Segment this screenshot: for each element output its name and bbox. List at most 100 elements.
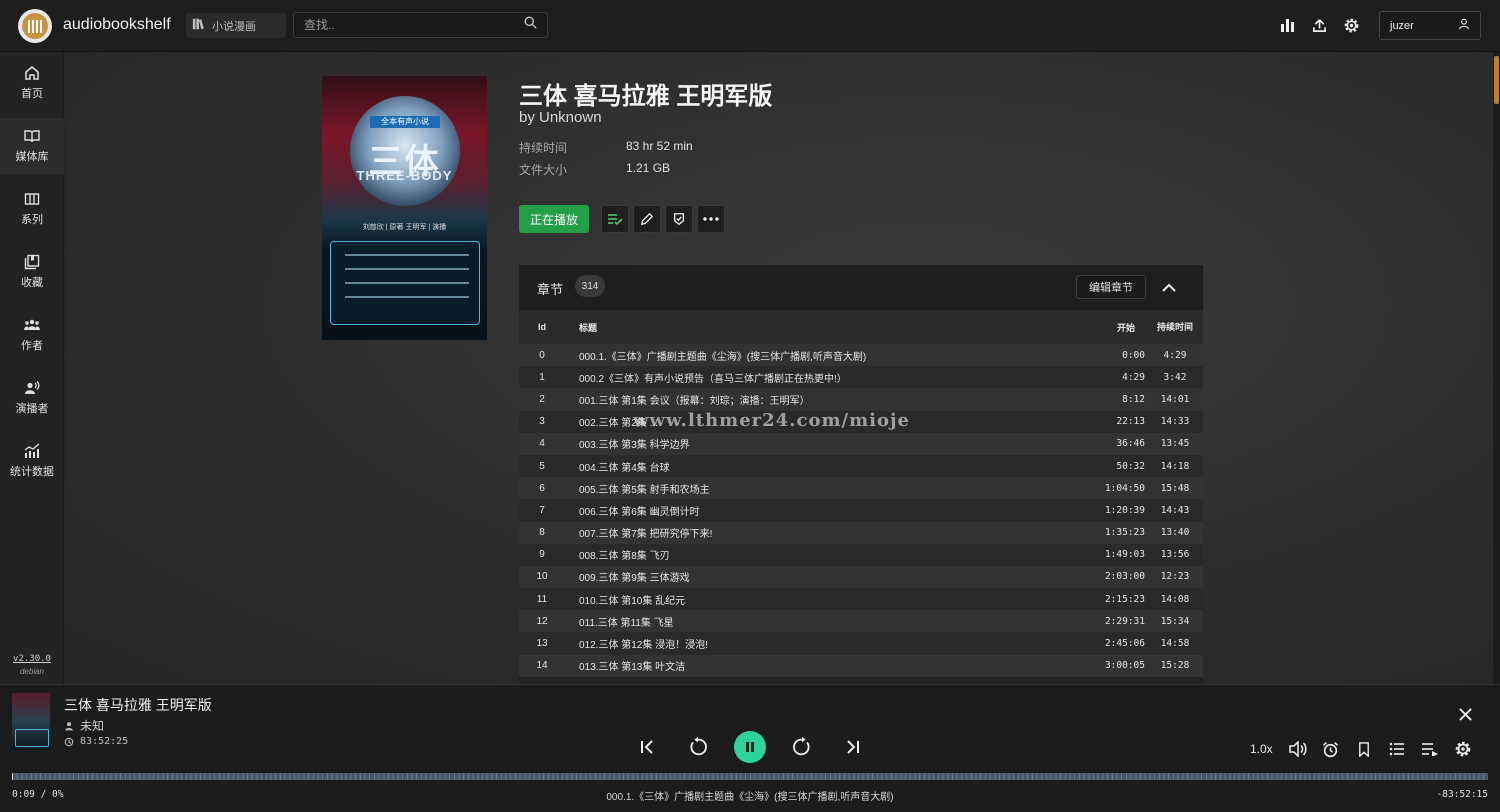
collection-icon (24, 254, 40, 270)
chapter-id: 7 (539, 504, 545, 516)
settings-icon[interactable] (1342, 16, 1360, 34)
table-row[interactable]: 9 008.三体 第8集 飞刃 1:49:03 13:56 (519, 543, 1203, 566)
sidebar-item-stats[interactable]: 统计数据 (0, 433, 64, 489)
size-label: 文件大小 (519, 163, 568, 177)
chapter-start[interactable]: 36:46 (1061, 433, 1147, 455)
sidebar-item-label: 首页 (21, 88, 43, 100)
table-row[interactable]: 3 002.三体 第2集 ... 22:13 14:33 (519, 410, 1203, 433)
book-cover[interactable]: 全本有声小说 三体 THREE-BODY 刘慈欣 | 原著 王明军 | 演播 (322, 76, 487, 340)
narrator-icon (25, 381, 40, 394)
chapter-start[interactable]: 3:00:05 (1061, 655, 1147, 677)
alarm-clock-icon (1323, 741, 1339, 757)
chapters-count-badge: 314 (575, 275, 605, 297)
upload-icon[interactable] (1310, 16, 1328, 34)
chapter-title: 004.三体 第4集 台球 (579, 462, 670, 474)
page-scrollbar[interactable] (1493, 52, 1500, 684)
search-icon[interactable] (524, 16, 537, 34)
sidebar-item-library[interactable]: 媒体库 (0, 118, 64, 174)
user-menu[interactable]: juzer (1379, 11, 1481, 40)
chapter-start[interactable]: 4:29 (1061, 366, 1147, 388)
table-row[interactable]: 12 011.三体 第11集 飞星 2:29:31 15:34 (519, 610, 1203, 633)
search-input[interactable] (304, 18, 504, 32)
page-scrollbar-thumb[interactable] (1494, 56, 1499, 104)
chapter-title: 003.三体 第3集 科学边界 (579, 440, 690, 452)
chapter-duration: 3:42 (1163, 371, 1187, 383)
table-row[interactable]: 8 007.三体 第7集 把研究停下来! 1:35:23 13:40 (519, 521, 1203, 544)
sidebar-item-authors[interactable]: 作者 (0, 307, 64, 363)
chapter-start[interactable]: 2:29:31 (1061, 610, 1147, 632)
volume-button[interactable] (1288, 739, 1308, 759)
chapters-header[interactable]: 章节 314 编辑章节 (519, 265, 1203, 310)
more-button[interactable] (697, 205, 725, 233)
play-pause-button[interactable] (734, 731, 766, 763)
chapter-start[interactable]: 2:45:06 (1061, 632, 1147, 654)
chapter-start[interactable]: 22:13 (1061, 411, 1147, 433)
search-box[interactable] (293, 12, 548, 38)
table-row[interactable]: 0 000.1.《三体》广播剧主题曲《尘海》(搜三体广播剧,听声音大剧) 0:00 4… (519, 344, 1203, 367)
cover-credits: 刘慈欣 | 原著 王明军 | 演播 (362, 224, 447, 231)
chapters-list-button[interactable] (1387, 739, 1407, 759)
version-link[interactable]: v2.30.0 (0, 654, 64, 664)
skip-next-icon (847, 740, 859, 754)
chapter-duration: 13:56 (1160, 549, 1190, 561)
playback-rate-button[interactable]: 1.0x (1250, 742, 1273, 756)
bookmark-button[interactable] (1354, 739, 1374, 759)
columns-icon (24, 193, 40, 205)
chapter-duration: 14:01 (1160, 393, 1190, 405)
sleep-timer-button[interactable] (1321, 739, 1341, 759)
table-row[interactable]: 1 000.2《三体》有声小说预告（喜马三体广播剧正在热更中!） 4:29 3:42 (519, 366, 1203, 389)
next-chapter-button[interactable] (838, 733, 866, 761)
table-row[interactable]: 10 009.三体 第9集 三体游戏 2:03:00 12:23 (519, 565, 1203, 589)
sidebar-item-collections[interactable]: 收藏 (0, 244, 64, 300)
playlist-add-button[interactable] (601, 205, 629, 233)
chapter-id: 11 (536, 593, 548, 605)
chapter-start[interactable]: 1:20:39 (1061, 499, 1147, 521)
edit-chapters-button[interactable]: 编辑章节 (1076, 275, 1146, 299)
table-row[interactable]: 7 006.三体 第6集 幽灵倒计时 1:20:39 14:43 (519, 499, 1203, 522)
chevron-up-icon[interactable] (1159, 277, 1179, 297)
chapter-title: 000.1.《三体》广播剧主题曲《尘海》(搜三体广播剧,听声音大剧) (579, 351, 867, 363)
table-row[interactable]: 5 004.三体 第4集 台球 50:32 14:18 (519, 454, 1203, 478)
chapter-start[interactable]: 1:49:03 (1061, 544, 1147, 566)
chapter-duration: 13:40 (1160, 527, 1190, 539)
sidebar-item-home[interactable]: 首页 (0, 55, 64, 111)
chapter-start[interactable]: 2:03:00 (1061, 566, 1147, 588)
chapter-start[interactable]: 1:04:50 (1061, 477, 1147, 499)
book-author[interactable]: by Unknown (519, 109, 602, 126)
chapters-panel: 章节 314 编辑章节 Id 标题 开始 持续时间 0 000.1.《三体》广播剧… (519, 265, 1203, 684)
library-selector[interactable]: 小说漫画 (186, 13, 286, 38)
mark-finished-button[interactable] (665, 205, 693, 233)
chapter-duration: 14:58 (1160, 638, 1190, 650)
app-logo[interactable] (18, 9, 52, 43)
previous-chapter-button[interactable] (634, 733, 662, 761)
chapter-duration: 12:23 (1160, 571, 1190, 583)
app-title[interactable]: audiobookshelf (63, 16, 171, 34)
table-row[interactable]: 2 001.三体 第1集 会议（报幕：刘琮；演播：王明军） 8:12 14:01 (519, 388, 1203, 411)
queue-button[interactable] (1420, 739, 1440, 759)
player-settings-button[interactable] (1453, 739, 1473, 759)
fast-forward-button[interactable] (788, 733, 816, 761)
sidebar-item-narrators[interactable]: 演播者 (0, 370, 64, 426)
sidebar-item-label: 作者 (21, 340, 43, 352)
table-row[interactable]: 13 012.三体 第12集 浸泡！浸泡! 2:45:06 14:58 (519, 632, 1203, 655)
table-row[interactable]: 4 003.三体 第3集 科学边界 36:46 13:45 (519, 432, 1203, 455)
cover-banner: 全本有声小说 (370, 116, 440, 128)
stats-icon[interactable] (1278, 16, 1296, 34)
sidebar-item-series[interactable]: 系列 (0, 181, 64, 237)
close-player-button[interactable] (1456, 705, 1474, 723)
chapter-start[interactable]: 8:12 (1061, 388, 1147, 410)
player-cover[interactable] (12, 693, 50, 750)
now-playing-button[interactable]: 正在播放 (519, 205, 589, 233)
player-title[interactable]: 三体 喜马拉雅 王明军版 (64, 695, 212, 715)
table-row[interactable]: 6 005.三体 第5集 射手和农场主 1:04:50 15:48 (519, 477, 1203, 500)
chapter-start[interactable]: 1:35:23 (1061, 522, 1147, 544)
chapters-table: Id 标题 开始 持续时间 0 000.1.《三体》广播剧主题曲《尘海》(搜三体广… (519, 310, 1203, 677)
chapter-start[interactable]: 2:15:23 (1061, 588, 1147, 610)
rewind-button[interactable] (684, 733, 712, 761)
chapter-start[interactable]: 0:00 (1061, 344, 1147, 366)
edit-button[interactable] (633, 205, 661, 233)
table-row[interactable]: 14 013.三体 第13集 叶文洁 3:00:05 15:28 (519, 654, 1203, 677)
chapter-id: 6 (539, 482, 545, 494)
table-row[interactable]: 11 010.三体 第10集 乱纪元 2:15:23 14:08 (519, 588, 1203, 611)
chapter-start[interactable]: 50:32 (1061, 455, 1147, 477)
